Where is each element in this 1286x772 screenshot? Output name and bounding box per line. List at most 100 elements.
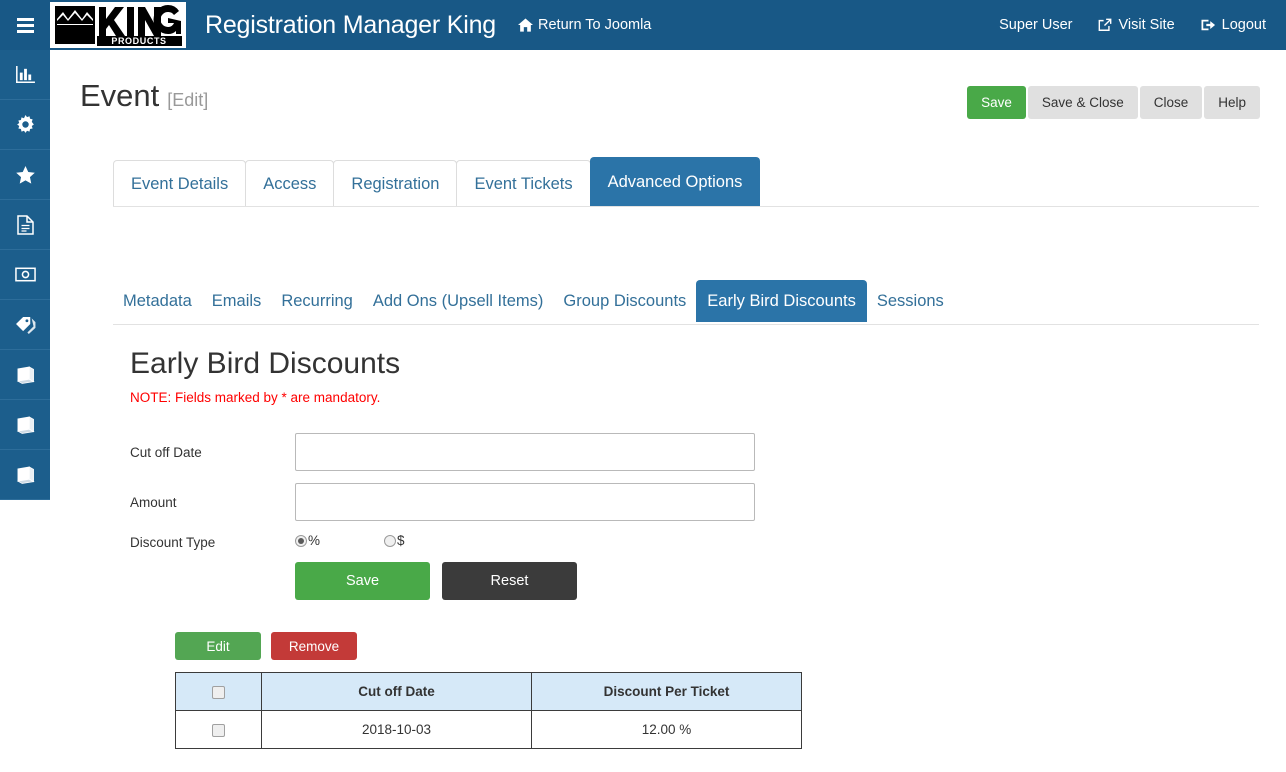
tab-registration[interactable]: Registration: [333, 160, 458, 207]
hamburger-bar: [16, 23, 34, 27]
sidebar-item-catalog-1[interactable]: [0, 350, 50, 400]
sidebar-item-tags[interactable]: [0, 300, 50, 350]
tab-access[interactable]: Access: [245, 160, 335, 207]
sidebar-item-catalog-2[interactable]: [0, 400, 50, 450]
chart-bar-icon: [15, 66, 35, 83]
save-and-close-button[interactable]: Save & Close: [1027, 86, 1138, 119]
file-invoice-icon: [16, 214, 34, 235]
visit-site-label: Visit Site: [1118, 17, 1175, 33]
book-icon: [16, 415, 35, 434]
visit-site-link[interactable]: Visit Site: [1098, 17, 1175, 33]
form-save-button[interactable]: Save: [295, 562, 430, 600]
return-to-joomla-link[interactable]: Return To Joomla: [518, 17, 651, 33]
table-row[interactable]: 2018-10-03 12.00 %: [175, 710, 802, 749]
subtab-group-discounts[interactable]: Group Discounts: [553, 280, 696, 322]
subtab-add-ons[interactable]: Add Ons (Upsell Items): [363, 280, 554, 322]
logout-link[interactable]: Logout: [1201, 17, 1266, 33]
money-bill-icon: [14, 267, 36, 282]
sidebar-item-featured[interactable]: [0, 150, 50, 200]
subtab-early-bird-discounts[interactable]: Early Bird Discounts: [696, 280, 867, 322]
remove-button[interactable]: Remove: [271, 632, 357, 660]
column-header-discount-per-ticket: Discount Per Ticket: [531, 672, 802, 711]
radio-circle-icon: [295, 534, 307, 547]
external-link-icon: [1098, 18, 1112, 32]
row-checkbox[interactable]: [212, 723, 225, 737]
hamburger-menu-icon[interactable]: [0, 0, 50, 50]
top-header-bar: PRODUCTS Registration Manager King Retur…: [0, 0, 1286, 50]
list-action-buttons: Edit Remove: [175, 632, 357, 660]
page-title: Event: [80, 78, 160, 113]
star-icon: [15, 165, 35, 184]
subtab-sessions[interactable]: Sessions: [867, 280, 954, 322]
subtab-metadata[interactable]: Metadata: [113, 280, 202, 322]
hamburger-bar: [16, 29, 34, 33]
table-body: 2018-10-03 12.00 %: [175, 710, 802, 749]
form-reset-button[interactable]: Reset: [442, 562, 577, 600]
discount-type-dollar-radio[interactable]: $: [384, 533, 405, 548]
cutoff-date-input[interactable]: [295, 433, 755, 471]
tag-icon: [15, 316, 36, 334]
radio-circle-icon: [384, 534, 397, 547]
form-action-buttons: Save Reset: [295, 562, 577, 600]
topbar-right-group: Super User Visit Site Logout: [999, 17, 1286, 33]
help-button[interactable]: Help: [1204, 86, 1260, 119]
discount-type-percent-radio[interactable]: %: [295, 533, 320, 548]
tab-bar-divider: [113, 206, 1259, 207]
amount-input[interactable]: [295, 483, 755, 521]
sidebar-item-payments[interactable]: [0, 250, 50, 300]
left-sidebar: [0, 50, 50, 500]
sidebar-item-dashboard[interactable]: [0, 50, 50, 100]
subtab-recurring[interactable]: Recurring: [271, 280, 363, 322]
row-discount: 12.00 %: [531, 710, 802, 749]
sidebar-item-catalog-3[interactable]: [0, 450, 50, 500]
edit-button[interactable]: Edit: [175, 632, 261, 660]
return-to-joomla-label: Return To Joomla: [538, 17, 652, 33]
table-header: Cut off Date Discount Per Ticket: [175, 672, 802, 711]
book-icon: [16, 465, 35, 484]
row-cutoff-date: 2018-10-03: [261, 710, 532, 749]
page-toolbar: Save Save & Close Close Help: [967, 86, 1260, 119]
main-tab-bar: Event Details Access Registration Event …: [113, 155, 761, 207]
column-header-cutoff-date: Cut off Date: [261, 672, 532, 711]
page-title-edit-suffix: [Edit]: [167, 90, 209, 110]
logo-graphic: PRODUCTS: [52, 3, 184, 47]
sub-tab-bar: Metadata Emails Recurring Add Ons (Upsel…: [113, 278, 954, 324]
super-user-link[interactable]: Super User: [999, 17, 1072, 33]
save-button[interactable]: Save: [967, 86, 1026, 119]
tab-event-tickets[interactable]: Event Tickets: [456, 160, 591, 207]
amount-row: Amount: [130, 483, 830, 521]
mandatory-fields-note: NOTE: Fields marked by * are mandatory.: [130, 390, 381, 405]
discount-type-percent-label: %: [308, 533, 321, 548]
cutoff-date-row: Cut off Date: [130, 433, 830, 471]
sub-tab-bar-divider: [113, 324, 1259, 325]
sidebar-item-invoices[interactable]: [0, 200, 50, 250]
select-all-checkbox[interactable]: [212, 685, 225, 699]
cutoff-date-label: Cut off Date: [130, 444, 202, 460]
close-button[interactable]: Close: [1139, 86, 1203, 119]
super-user-label: Super User: [999, 17, 1073, 33]
discount-type-row: Discount Type % $: [130, 533, 830, 563]
king-products-logo[interactable]: PRODUCTS: [50, 2, 186, 48]
discount-type-label: Discount Type: [130, 535, 216, 550]
table-header-row: Cut off Date Discount Per Ticket: [175, 672, 802, 711]
tab-event-details[interactable]: Event Details: [113, 160, 247, 207]
main-content-area: Event [Edit] Save Save & Close Close Help…: [50, 50, 1286, 772]
subtab-emails[interactable]: Emails: [202, 280, 272, 322]
amount-label: Amount: [130, 494, 177, 510]
gear-icon: [16, 115, 35, 134]
sign-out-icon: [1201, 18, 1216, 32]
app-title: Registration Manager King: [205, 10, 496, 39]
hamburger-bar: [16, 17, 34, 21]
book-icon: [16, 365, 35, 384]
svg-text:PRODUCTS: PRODUCTS: [111, 36, 166, 46]
discount-type-radio-group: % $: [295, 533, 405, 548]
section-title: Early Bird Discounts: [130, 347, 401, 380]
early-bird-discounts-table: Cut off Date Discount Per Ticket 2018-10…: [175, 672, 802, 749]
home-icon: [518, 18, 533, 32]
logout-label: Logout: [1221, 17, 1266, 33]
column-header-select-all: [175, 672, 262, 711]
sidebar-item-settings[interactable]: [0, 100, 50, 150]
tab-advanced-options[interactable]: Advanced Options: [589, 157, 761, 207]
discount-type-dollar-label: $: [397, 533, 405, 548]
row-select-cell: [175, 710, 262, 749]
